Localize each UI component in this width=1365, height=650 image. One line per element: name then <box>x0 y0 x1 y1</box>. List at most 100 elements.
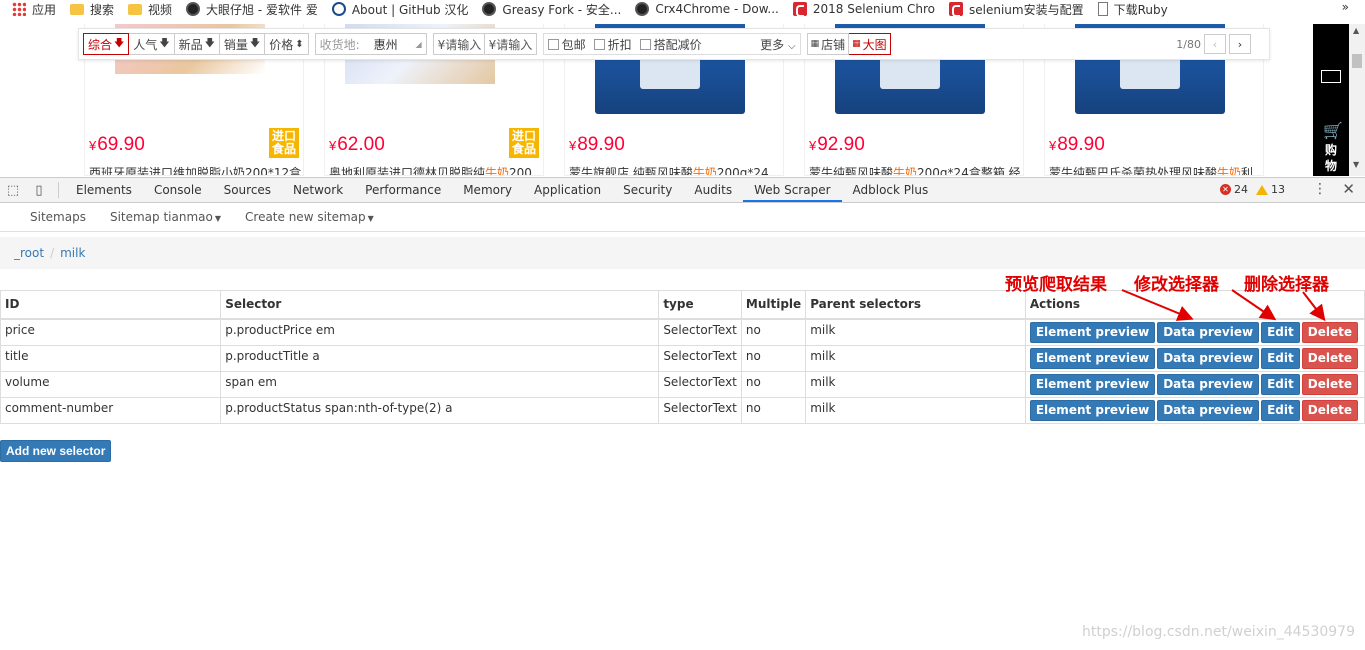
bookmark-item[interactable]: About | GitHub 汉化 <box>331 1 468 18</box>
scroll-up-icon: ▲ <box>1353 26 1360 35</box>
element-preview-button[interactable]: Element preview <box>1029 321 1156 343</box>
ship-location-select[interactable]: 收货地: 惠州 ◢ <box>314 33 427 55</box>
price-max-input[interactable]: ¥请输入 <box>484 33 537 55</box>
sort-label: 综合 <box>88 37 113 52</box>
edit-button[interactable]: Edit <box>1261 373 1300 395</box>
bookmark-item[interactable]: 下载Ruby <box>1097 1 1168 18</box>
watermark: https://blog.csdn.net/weixin_44530979 <box>1081 624 1355 640</box>
bookmark-label: selenium安装与配置 <box>969 2 1084 17</box>
product-title[interactable]: 奥地利原装进口德林贝脱脂纯牛奶200 <box>329 164 532 175</box>
devtools-tab[interactable]: Security <box>612 178 683 202</box>
view-big-button[interactable]: ▦ 大图 <box>849 33 891 55</box>
element-preview-button[interactable]: Element preview <box>1029 399 1156 421</box>
breadcrumb-root[interactable]: _root <box>14 246 44 260</box>
checkbox-label: 折扣 <box>607 37 632 52</box>
cell-type: SelectorText <box>658 396 742 424</box>
breadcrumb-current[interactable]: milk <box>60 246 85 260</box>
breadcrumb-separator: / <box>50 246 55 260</box>
bookmark-item[interactable]: 大眼仔旭 - 爱软件 爱 <box>186 1 318 18</box>
price-min-input[interactable]: ¥请输入 <box>432 33 485 55</box>
device-toolbar-icon[interactable]: ▯ <box>26 178 52 202</box>
bookmark-label: Greasy Fork - 安全... <box>502 2 622 17</box>
scroll-down-icon: ▼ <box>1353 160 1360 169</box>
cell-type: SelectorText <box>658 370 742 398</box>
devtools-tab[interactable]: Console <box>143 178 213 202</box>
next-page-button[interactable]: › <box>1229 34 1251 54</box>
product-title[interactable]: 西班牙原装进口维加脱脂小奶200*12盒 <box>89 164 301 175</box>
prev-page-button[interactable]: ‹ <box>1204 34 1226 54</box>
data-preview-button[interactable]: Data preview <box>1157 347 1260 369</box>
delete-button[interactable]: Delete <box>1301 347 1358 369</box>
warning-count: 13 <box>1271 183 1285 196</box>
devtools-tab[interactable]: Adblock Plus <box>842 178 940 202</box>
devtools-tab[interactable]: Application <box>523 178 612 202</box>
inspect-element-icon[interactable]: ⬚ <box>0 178 26 202</box>
sort-button[interactable]: 销量 🡇 <box>219 33 266 55</box>
checkbox-icon <box>547 38 559 50</box>
devtools-tab[interactable]: Audits <box>683 178 743 202</box>
bookmark-item[interactable]: Crx4Chrome - Dow... <box>635 2 779 16</box>
selector-table: ID Selector type Multiple Parent selectors Ac… <box>0 290 1365 424</box>
devtools-tab[interactable]: Performance <box>354 178 452 202</box>
document-icon <box>1097 2 1108 16</box>
cart-icon[interactable]: 🛒 <box>1323 121 1343 140</box>
nav-sitemap-menu[interactable]: Sitemap tianmao ▼ <box>98 210 233 224</box>
view-shop-button[interactable]: ▦ 店铺 <box>806 33 850 55</box>
edit-button[interactable]: Edit <box>1261 347 1300 369</box>
product-title[interactable]: 蒙牛纯甄风味酸牛奶200g*24盒整箱 经 <box>809 164 1021 175</box>
data-preview-button[interactable]: Data preview <box>1157 399 1260 421</box>
mail-icon[interactable] <box>1321 70 1341 83</box>
cell-multiple: no <box>740 318 807 346</box>
sort-arrow-icon: 🡇 <box>114 37 125 49</box>
devtools-tab[interactable]: Sources <box>213 178 282 202</box>
edit-button[interactable]: Edit <box>1261 321 1300 343</box>
element-preview-button[interactable]: Element preview <box>1029 373 1156 395</box>
column-header: type <box>658 290 742 320</box>
cart-label[interactable]: 购物 <box>1323 142 1339 174</box>
kebab-menu-icon[interactable]: ⋮ <box>1313 181 1327 197</box>
delete-button[interactable]: Delete <box>1301 321 1358 343</box>
issue-counters[interactable]: ✕ 24 13 <box>1220 183 1285 196</box>
page-indicator: 1/80 <box>1176 37 1201 51</box>
devtools-tab[interactable]: Network <box>282 178 354 202</box>
page-scrollbar[interactable]: ▲ ▼ <box>1349 24 1365 176</box>
devtools-tab[interactable]: Elements <box>65 178 143 202</box>
sort-button[interactable]: 人气 🡇 <box>129 33 175 55</box>
sort-button[interactable]: 价格 ⬍ <box>265 33 309 55</box>
more-filters-button[interactable]: 更多 ⌵ <box>760 36 795 53</box>
bookmark-item[interactable]: 2018 Selenium Chro <box>792 2 935 16</box>
product-title[interactable]: 蒙牛纯甄巴氏杀菌热处理风味酸牛奶利 <box>1049 164 1253 175</box>
close-icon[interactable]: ✕ <box>1342 180 1355 198</box>
delete-button[interactable]: Delete <box>1301 373 1358 395</box>
bookmarks-more-button[interactable]: » <box>1342 0 1349 14</box>
sort-button[interactable]: 新品 🡇 <box>174 33 220 55</box>
edit-button[interactable]: Edit <box>1261 399 1300 421</box>
cell-actions: Element preview Data preview Edit Delete <box>1024 318 1365 346</box>
devtools-tab[interactable]: Memory <box>452 178 523 202</box>
devtools-tab[interactable]: Web Scraper <box>743 178 842 202</box>
filter-checkbox[interactable]: 包邮 <box>547 36 586 53</box>
sort-arrow-icon: 🡇 <box>159 37 170 49</box>
filter-checkbox[interactable]: 搭配减价 <box>639 36 702 53</box>
bookmark-item[interactable]: 搜索 <box>70 1 114 18</box>
product-price: ¥92.90 <box>809 134 865 155</box>
nav-sitemaps[interactable]: Sitemaps <box>18 210 98 224</box>
data-preview-button[interactable]: Data preview <box>1157 321 1260 343</box>
table-row: price p.productPrice em SelectorText no milk… <box>0 318 1365 346</box>
bookmark-item[interactable]: Greasy Fork - 安全... <box>482 1 621 18</box>
bookmark-label: 下载Ruby <box>1113 2 1168 17</box>
add-selector-button[interactable]: Add new selector <box>0 440 112 462</box>
nav-create-sitemap[interactable]: Create new sitemap ▼ <box>233 210 386 224</box>
sort-button[interactable]: 综合 🡇 <box>83 33 130 55</box>
filter-checkbox[interactable]: 折扣 <box>593 36 632 53</box>
bookmark-item[interactable]: 应用 <box>12 1 56 18</box>
bookmarks-bar: 应用 搜索 视频 大眼仔旭 - 爱软件 爱 About | GitHub 汉化 Greas… <box>0 0 1365 18</box>
site-circle-icon <box>186 2 201 16</box>
data-preview-button[interactable]: Data preview <box>1157 373 1260 395</box>
product-price: ¥89.90 <box>1049 134 1105 155</box>
product-title[interactable]: 蒙牛旗舰店 纯甄风味酸牛奶200g*24 <box>569 164 769 175</box>
bookmark-item[interactable]: 视频 <box>128 1 172 18</box>
element-preview-button[interactable]: Element preview <box>1029 347 1156 369</box>
bookmark-item[interactable]: selenium安装与配置 <box>949 1 1084 18</box>
delete-button[interactable]: Delete <box>1301 399 1358 421</box>
